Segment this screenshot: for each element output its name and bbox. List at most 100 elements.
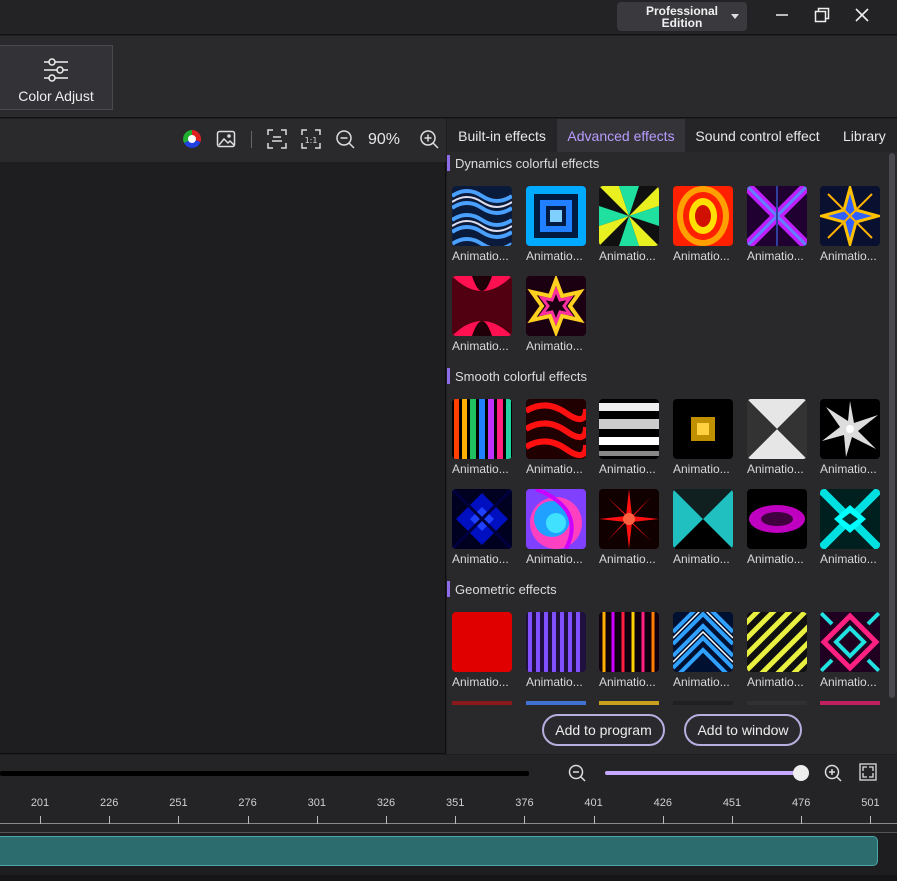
white-star-icon [820,399,880,459]
effect-label: Animatio... [820,675,877,689]
minimize-icon [776,14,788,16]
white-bars-icon [599,399,659,459]
effect-item[interactable]: Animatio... [526,276,592,353]
yellow-diagonal-icon [747,612,807,672]
slider-handle[interactable] [793,765,809,781]
section-title: Smooth colorful effects [455,368,587,384]
effect-item[interactable]: Animatio... [452,399,518,476]
ruler-tick [386,816,387,824]
effect-item[interactable]: Animatio... [452,612,518,689]
minimize-button[interactable] [763,2,801,28]
ruler-tick-label: 276 [238,797,257,809]
ruler-tick-label: 426 [653,797,672,809]
zoom-out-icon [568,764,586,782]
bottom-strip [0,875,897,881]
effect-label: Animatio... [673,675,730,689]
tab-library[interactable]: Library [830,119,897,152]
effect-item[interactable]: Animatio... [526,612,592,689]
section-smooth: Smooth colorful effects [447,367,587,385]
effect-label: Animatio... [526,552,583,566]
effect-item[interactable]: Animatio... [820,612,886,689]
effect-item[interactable]: Animatio... [673,489,739,566]
fit-screen-button[interactable] [266,128,288,150]
ruler-tick-label: 501 [861,797,880,809]
effect-item[interactable]: Animatio... [526,489,592,566]
effect-item[interactable]: Animatio... [820,489,886,566]
effect-label: Animatio... [599,249,656,263]
color-wheel-icon [183,129,202,148]
effect-item[interactable]: Animatio... [673,399,739,476]
effect-item[interactable]: Animatio... [599,489,665,566]
timeline-zoom-out-button[interactable] [567,763,587,783]
section-title: Geometric effects [455,581,557,597]
clipped-row [452,701,882,705]
yellow-square-icon [673,399,733,459]
effect-item[interactable]: Animatio... [599,186,665,263]
effect-label: Animatio... [452,552,509,566]
effect-item[interactable]: Animatio... [747,489,813,566]
effect-item[interactable]: Animatio... [599,399,665,476]
restore-icon [814,7,830,23]
effect-label: Animatio... [820,462,877,476]
zoom-in-button[interactable] [418,128,440,150]
edition-dropdown[interactable]: Professional Edition [617,2,747,31]
toolbar-divider [251,131,252,148]
color-adjust-button[interactable]: Color Adjust [0,45,113,110]
effect-label: Animatio... [526,462,583,476]
fullscreen-button[interactable] [859,763,879,783]
tab-built-in-effects[interactable]: Built-in effects [447,119,557,152]
tab-advanced-effects[interactable]: Advanced effects [557,119,685,152]
sliders-icon [44,58,68,82]
effect-item[interactable]: Animatio... [820,186,886,263]
effects-scrollbar[interactable] [889,153,895,698]
ruler-tick-label: 351 [446,797,465,809]
white-x-icon [747,399,807,459]
ruler-tick-label: 476 [792,797,811,809]
red-solid-icon [452,612,512,672]
timeline-track-clip[interactable] [0,836,878,866]
actual-size-button[interactable]: 1:1 [300,128,322,150]
add-to-program-button[interactable]: Add to program [542,714,665,746]
timeline-zoom-slider[interactable] [605,771,805,775]
edition-line-2: Edition [661,15,703,30]
effect-item[interactable]: Animatio... [673,186,739,263]
ruler-tick-label: 201 [30,797,50,809]
tab-sound-control-effect[interactable]: Sound control effect [685,119,830,152]
ruler-tick [594,816,595,824]
actual-size-icon: 1:1 [301,129,321,149]
ruler-baseline [0,823,897,824]
ruler-tick [248,816,249,824]
effect-item[interactable]: Animatio... [452,276,518,353]
zoom-level: 90% [368,131,401,148]
effect-item[interactable]: Animatio... [452,186,518,263]
timeline-zoom-in-button[interactable] [823,763,843,783]
zoom-out-button[interactable] [334,128,356,150]
ruler-tick-label: 401 [584,797,603,809]
effect-item[interactable]: Animatio... [820,399,886,476]
preview-canvas[interactable] [0,162,446,754]
effect-item[interactable]: Animatio... [747,612,813,689]
section-marker [447,368,450,384]
main-toolbar [0,36,897,118]
effect-item[interactable]: Animatio... [747,186,813,263]
color-wheel-button[interactable] [181,128,203,150]
green-yellow-rays-icon [599,186,659,246]
playback-progress[interactable] [0,771,529,776]
chevron-down-icon [731,14,739,19]
close-icon [855,8,869,22]
restore-button[interactable] [803,2,841,28]
close-button[interactable] [843,2,881,28]
image-button[interactable] [215,128,237,150]
effect-item[interactable]: Animatio... [673,612,739,689]
effect-label: Animatio... [673,249,730,263]
add-to-window-button[interactable]: Add to window [684,714,802,746]
image-icon [216,130,236,148]
purple-stripes-icon [526,612,586,672]
section-marker [447,155,450,171]
effect-item[interactable]: Animatio... [747,399,813,476]
effect-item[interactable]: Animatio... [526,186,592,263]
effect-item[interactable]: Animatio... [599,612,665,689]
effect-label: Animatio... [452,339,509,353]
effect-item[interactable]: Animatio... [526,399,592,476]
effect-item[interactable]: Animatio... [452,489,518,566]
